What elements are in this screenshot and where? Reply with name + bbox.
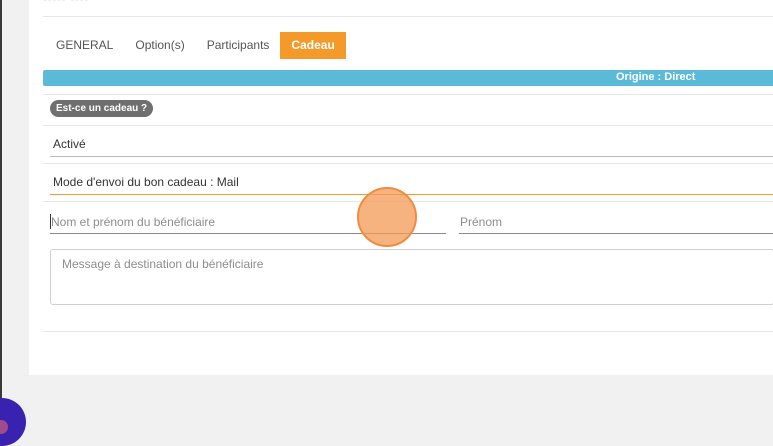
beneficiary-name-input[interactable] [50,211,446,234]
chat-widget-button[interactable] [0,398,26,446]
section-divider [43,331,773,332]
section-divider [43,163,773,164]
section-divider [43,94,773,95]
beneficiary-firstname-input[interactable] [459,211,773,234]
tab-bar: GENERAL Option(s) Participants Cadeau [45,32,346,60]
section-divider [43,125,773,126]
header-divider [43,16,773,17]
section-divider [43,201,773,202]
send-mode-value: Mode d'envoi du bon cadeau : Mail [53,175,239,189]
tab-cadeau[interactable]: Cadeau [280,32,346,59]
origin-bar: Origine : Direct [43,70,773,86]
gift-status-value: Activé [53,137,86,151]
tab-options[interactable]: Option(s) [124,32,195,59]
chat-avatar-icon [0,420,8,434]
text-cursor [50,214,51,229]
origin-label: Origine : Direct [616,71,696,83]
tab-general[interactable]: GENERAL [45,32,124,59]
tab-participants[interactable]: Participants [196,32,281,59]
window-left-edge [0,0,2,433]
gift-status-select[interactable]: Activé [50,132,773,157]
beneficiary-message-textarea[interactable] [50,249,773,305]
send-mode-select[interactable]: Mode d'envoi du bon cadeau : Mail [50,170,773,195]
gift-question-badge: Est-ce un cadeau ? [50,100,154,117]
faded-header-text: ----- ---- [43,0,90,6]
